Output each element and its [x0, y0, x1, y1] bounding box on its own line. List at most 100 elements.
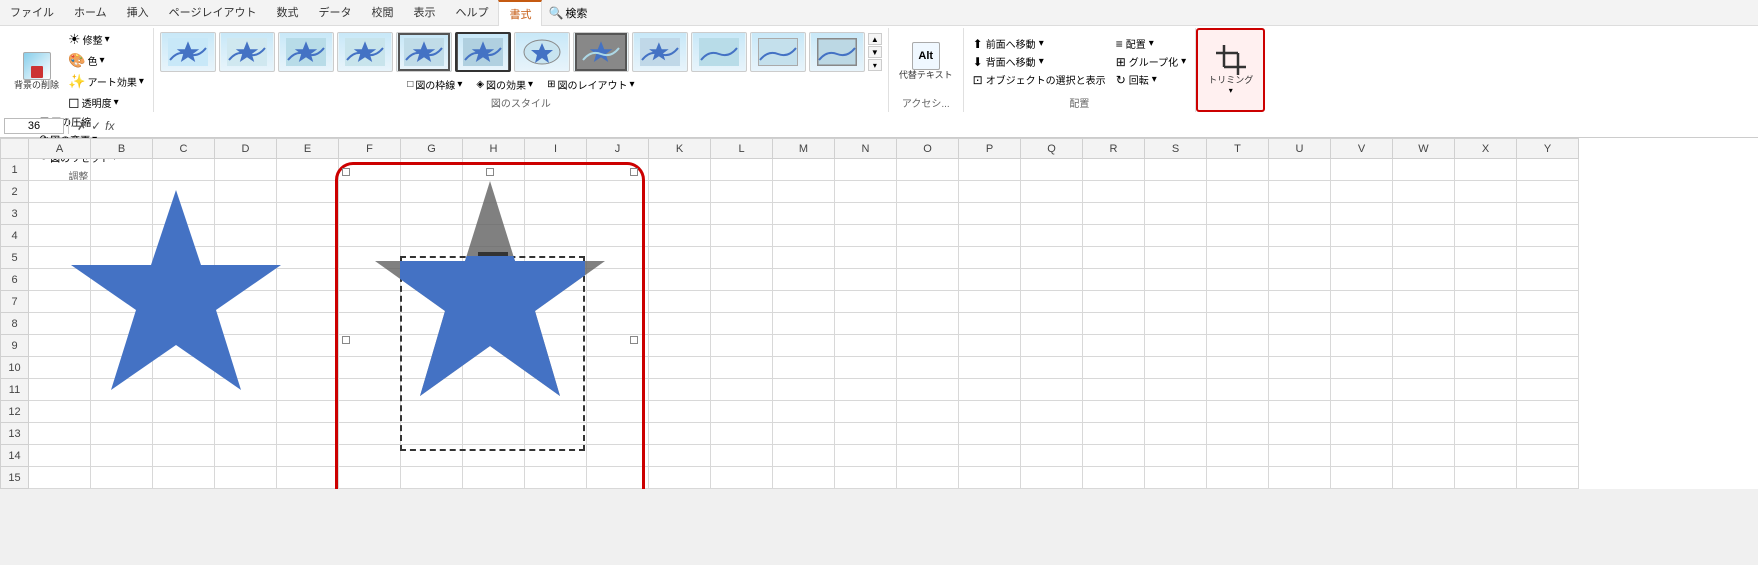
row-header-14[interactable]: 14 [1, 445, 29, 467]
table-cell[interactable] [1393, 379, 1455, 401]
table-cell[interactable] [1145, 379, 1207, 401]
col-Q[interactable]: Q [1021, 139, 1083, 159]
table-cell[interactable] [1393, 357, 1455, 379]
table-cell[interactable] [897, 379, 959, 401]
col-X[interactable]: X [1455, 139, 1517, 159]
table-cell[interactable] [1331, 357, 1393, 379]
row-header-8[interactable]: 8 [1, 313, 29, 335]
table-cell[interactable] [649, 335, 711, 357]
col-N[interactable]: N [835, 139, 897, 159]
col-K[interactable]: K [649, 139, 711, 159]
style-thumb-11[interactable] [750, 32, 806, 72]
table-cell[interactable] [1455, 269, 1517, 291]
style-thumb-2[interactable] [219, 32, 275, 72]
table-cell[interactable] [959, 181, 1021, 203]
table-cell[interactable] [1517, 445, 1579, 467]
table-cell[interactable] [1455, 335, 1517, 357]
table-cell[interactable] [773, 291, 835, 313]
table-cell[interactable] [1021, 203, 1083, 225]
table-cell[interactable] [897, 423, 959, 445]
confirm-icon[interactable]: ✓ [91, 119, 101, 133]
col-P[interactable]: P [959, 139, 1021, 159]
table-cell[interactable] [773, 313, 835, 335]
table-cell[interactable] [1269, 225, 1331, 247]
table-cell[interactable] [1207, 203, 1269, 225]
table-cell[interactable] [649, 291, 711, 313]
tab-insert[interactable]: 挿入 [117, 0, 159, 25]
table-cell[interactable] [1083, 357, 1145, 379]
table-cell[interactable] [1517, 181, 1579, 203]
table-cell[interactable] [1083, 291, 1145, 313]
table-cell[interactable] [1331, 269, 1393, 291]
table-cell[interactable] [711, 269, 773, 291]
btn-art-effect[interactable]: ✨ アート効果 ▾ [65, 72, 147, 91]
table-cell[interactable] [835, 225, 897, 247]
tab-view[interactable]: 表示 [403, 0, 445, 25]
table-cell[interactable] [1455, 247, 1517, 269]
table-cell[interactable] [91, 159, 153, 181]
table-cell[interactable] [1269, 379, 1331, 401]
table-cell[interactable] [1083, 181, 1145, 203]
table-cell[interactable] [1021, 335, 1083, 357]
table-cell[interactable] [1269, 247, 1331, 269]
table-cell[interactable] [1145, 225, 1207, 247]
style-thumb-12[interactable] [809, 32, 865, 72]
table-cell[interactable] [835, 379, 897, 401]
table-cell[interactable] [835, 269, 897, 291]
table-cell[interactable] [1517, 269, 1579, 291]
table-cell[interactable] [711, 401, 773, 423]
table-cell[interactable] [649, 181, 711, 203]
table-cell[interactable] [1331, 401, 1393, 423]
table-cell[interactable] [1269, 335, 1331, 357]
col-W[interactable]: W [1393, 139, 1455, 159]
tab-file[interactable]: ファイル [0, 0, 64, 25]
table-cell[interactable] [1145, 401, 1207, 423]
style-thumb-8[interactable] [573, 32, 629, 72]
col-O[interactable]: O [897, 139, 959, 159]
table-cell[interactable] [649, 423, 711, 445]
table-cell[interactable] [835, 247, 897, 269]
tab-format[interactable]: 書式 [498, 0, 542, 26]
row-header-15[interactable]: 15 [1, 467, 29, 489]
table-cell[interactable] [773, 423, 835, 445]
table-cell[interactable] [649, 247, 711, 269]
tab-formula[interactable]: 数式 [266, 0, 308, 25]
table-cell[interactable] [1331, 181, 1393, 203]
table-cell[interactable] [1517, 357, 1579, 379]
table-cell[interactable] [897, 225, 959, 247]
table-cell[interactable] [1455, 203, 1517, 225]
table-cell[interactable] [1393, 269, 1455, 291]
col-T[interactable]: T [1207, 139, 1269, 159]
col-M[interactable]: M [773, 139, 835, 159]
btn-group[interactable]: ⊞ グループ化 ▾ [1113, 53, 1190, 70]
table-cell[interactable] [897, 247, 959, 269]
btn-send-back[interactable]: ⬇ 背面へ移動 ▾ [970, 53, 1109, 70]
table-cell[interactable] [773, 335, 835, 357]
table-cell[interactable] [1083, 335, 1145, 357]
table-cell[interactable] [835, 335, 897, 357]
col-H[interactable]: H [463, 139, 525, 159]
btn-remove-bg[interactable]: 背景の削除 [10, 50, 63, 93]
table-cell[interactable] [215, 159, 277, 181]
table-cell[interactable] [711, 467, 773, 489]
scroll-down[interactable]: ▼ [868, 46, 882, 58]
btn-alt-text[interactable]: Alt 代替テキスト [895, 40, 957, 83]
style-thumb-3[interactable] [278, 32, 334, 72]
table-cell[interactable] [897, 181, 959, 203]
table-cell[interactable] [1517, 313, 1579, 335]
table-cell[interactable] [1145, 467, 1207, 489]
formula-input[interactable] [122, 119, 1754, 133]
handle-tc[interactable] [486, 168, 494, 176]
style-thumb-9[interactable] [632, 32, 688, 72]
btn-crop[interactable]: トリミング ▾ [1204, 41, 1257, 99]
table-cell[interactable] [1455, 313, 1517, 335]
table-cell[interactable] [1393, 203, 1455, 225]
col-V[interactable]: V [1331, 139, 1393, 159]
table-cell[interactable] [1517, 379, 1579, 401]
btn-correction[interactable]: ☀ 修整 ▾ [65, 30, 147, 49]
table-cell[interactable] [959, 269, 1021, 291]
table-cell[interactable] [1207, 379, 1269, 401]
table-cell[interactable] [1269, 423, 1331, 445]
table-cell[interactable] [1517, 159, 1579, 181]
table-cell[interactable] [835, 159, 897, 181]
